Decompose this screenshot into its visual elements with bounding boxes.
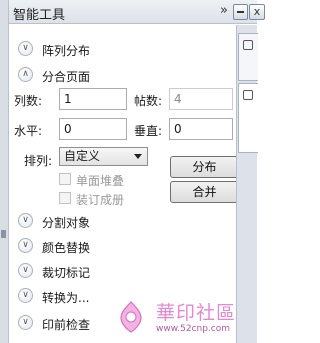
- properties-icon: [243, 40, 253, 50]
- columns-label: 列数:: [14, 94, 43, 108]
- watermark-logo-icon: [120, 301, 142, 333]
- frames-input: 4: [169, 88, 233, 110]
- frames-label: 帖数:: [134, 94, 163, 108]
- section-color-replace[interactable]: ∨ 颜色替换: [18, 236, 218, 256]
- distribute-button[interactable]: 分布: [170, 156, 239, 178]
- docker-tab-smart-tools[interactable]: [238, 83, 258, 153]
- chevron-down-icon[interactable]: ∨: [18, 263, 33, 278]
- section-nup-pages[interactable]: ∧ 分合页面: [18, 65, 218, 85]
- chevron-down-icon[interactable]: ∨: [18, 315, 33, 330]
- section-split-objects[interactable]: ∨ 分割对象: [18, 211, 218, 231]
- section-label: 分割对象: [42, 216, 91, 230]
- section-label: 转换为...: [42, 291, 90, 305]
- section-label: 分合页面: [42, 70, 91, 84]
- section-label: 印前检查: [42, 318, 91, 332]
- horizontal-input[interactable]: 0: [59, 118, 127, 140]
- watermark-text: 華印社區: [156, 302, 237, 324]
- checkbox-box: [59, 173, 71, 185]
- section-array-distribute[interactable]: ∨ 阵列分布: [18, 39, 218, 59]
- chevron-up-icon[interactable]: ∧: [18, 67, 33, 82]
- single-stack-checkbox: 单面堆叠: [59, 171, 154, 188]
- checkbox-label: 装订成册: [76, 193, 125, 207]
- checkbox-label: 单面堆叠: [76, 174, 125, 188]
- forum-watermark: 華印社區 www.52cnp.com: [112, 296, 255, 341]
- vertical-label: 垂直:: [134, 124, 163, 138]
- merge-button[interactable]: 合并: [170, 181, 239, 203]
- close-icon[interactable]: x: [249, 4, 265, 20]
- chevron-down-icon[interactable]: ∨: [18, 213, 33, 228]
- arrange-selected-value: 自定义: [64, 149, 101, 163]
- minimize-icon[interactable]: [233, 4, 248, 20]
- docker-tab-object-properties[interactable]: [238, 33, 258, 81]
- chevron-right-double-icon[interactable]: »: [217, 3, 231, 19]
- watermark-url: www.52cnp.com: [156, 324, 231, 334]
- columns-input[interactable]: 1: [59, 88, 127, 110]
- docker-titlebar: 智能工具 » x: [9, 0, 265, 24]
- arrange-select[interactable]: 自定义: [59, 147, 148, 166]
- dock-left-edge: [0, 0, 9, 343]
- tools-icon: [243, 90, 253, 100]
- chevron-down-icon[interactable]: ∨: [18, 41, 33, 56]
- section-label: 颜色替换: [42, 241, 91, 255]
- chevron-down-icon[interactable]: ∨: [18, 288, 33, 303]
- dock-handle[interactable]: [1, 230, 6, 238]
- section-label: 阵列分布: [42, 44, 91, 58]
- docker-title: 智能工具: [13, 8, 66, 23]
- section-crop-marks[interactable]: ∨ 裁切标记: [18, 261, 218, 281]
- bound-book-checkbox: 装订成册: [59, 190, 154, 207]
- chevron-down-icon[interactable]: ∨: [18, 238, 33, 253]
- dropdown-arrow-icon: [134, 154, 142, 159]
- arrange-label: 排列:: [24, 154, 53, 168]
- vertical-input[interactable]: 0: [169, 118, 233, 140]
- section-label: 裁切标记: [42, 266, 91, 280]
- horizontal-label: 水平:: [14, 124, 43, 138]
- checkbox-box: [59, 192, 71, 204]
